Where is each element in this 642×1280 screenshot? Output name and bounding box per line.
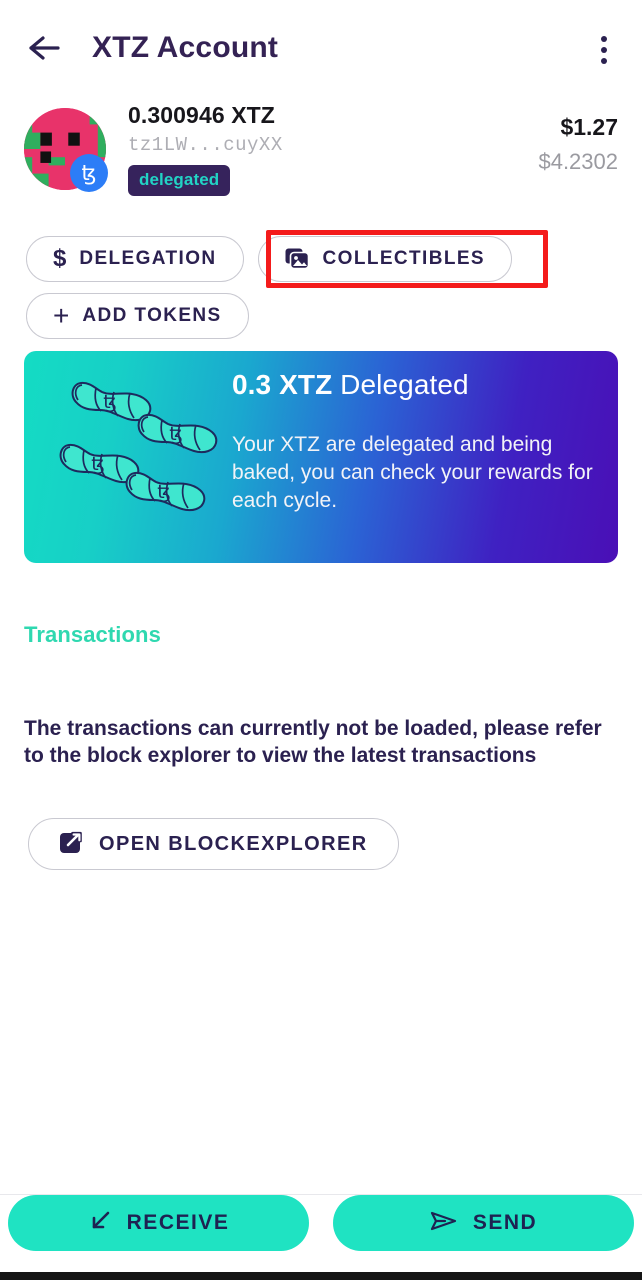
open-blockexplorer-button[interactable]: OPEN BLOCKEXPLORER xyxy=(28,818,399,870)
collectibles-button[interactable]: COLLECTIBLES xyxy=(257,236,512,282)
dollar-icon: $ xyxy=(53,245,67,272)
add-tokens-button-label: ADD TOKENS xyxy=(82,305,222,326)
arrow-down-left-icon xyxy=(88,1209,112,1238)
status-badge: delegated xyxy=(128,165,231,196)
delegation-card-amount: 0.3 XTZ xyxy=(232,369,333,400)
croissants-illustration: ꜩ xyxy=(58,376,228,531)
delegation-card-body: Your XTZ are delegated and being baked, … xyxy=(232,433,593,512)
top-app-bar: XTZ Account xyxy=(0,0,642,96)
send-icon xyxy=(430,1209,458,1238)
fiat-rate: $4.2302 xyxy=(538,149,618,174)
receive-button[interactable]: RECEIVE xyxy=(8,1195,309,1251)
bottom-actions: RECEIVE SEND xyxy=(0,1195,642,1251)
transactions-empty-message: The transactions can currently not be lo… xyxy=(24,717,602,767)
external-link-icon xyxy=(59,829,85,860)
account-balance: 0.300946 XTZ xyxy=(128,102,275,128)
fiat-total: $1.27 xyxy=(560,114,618,140)
delegation-button-label: DELEGATION xyxy=(79,248,217,269)
system-navigation-bar xyxy=(0,1272,642,1280)
delegation-card[interactable]: ꜩ 0.3 XTZ Delegated Your XTZ are delegat… xyxy=(24,351,618,563)
action-pill-row-1: $ DELEGATION COLLECTIBLES xyxy=(26,236,512,282)
account-summary: ꜩ 0.300946 XTZ tz1LW...cuyXX delegated $… xyxy=(0,96,642,216)
open-blockexplorer-label: OPEN BLOCKEXPLORER xyxy=(99,832,368,855)
delegation-card-title-suffix: Delegated xyxy=(332,369,469,400)
overflow-menu-button[interactable] xyxy=(584,28,624,72)
send-button[interactable]: SEND xyxy=(333,1195,634,1251)
transactions-heading: Transactions xyxy=(24,622,161,647)
delegation-card-title: 0.3 XTZ Delegated xyxy=(232,369,602,401)
send-button-label: SEND xyxy=(472,1211,538,1234)
xtz-account-screen: XTZ Account ꜩ 0.300946 XTZ tz1LW...cuyXX… xyxy=(0,0,642,1280)
delegation-button[interactable]: $ DELEGATION xyxy=(26,236,244,282)
tezos-logo-icon: ꜩ xyxy=(70,154,108,192)
more-vertical-icon xyxy=(601,58,607,64)
action-pill-row-2: + ADD TOKENS xyxy=(26,293,249,339)
delegation-card-text: 0.3 XTZ Delegated Your XTZ are delegated… xyxy=(232,369,602,515)
back-button[interactable] xyxy=(22,26,66,70)
account-details: 0.300946 XTZ tz1LW...cuyXX delegated xyxy=(128,102,283,196)
bottom-action-bar: RECEIVE SEND xyxy=(0,1194,642,1280)
fiat-values: $1.27 $4.2302 xyxy=(538,114,618,175)
more-vertical-icon xyxy=(601,47,607,53)
page-title: XTZ Account xyxy=(92,31,279,64)
add-tokens-button[interactable]: + ADD TOKENS xyxy=(26,293,249,339)
more-vertical-icon xyxy=(601,36,607,42)
collectibles-button-label: COLLECTIBLES xyxy=(322,248,485,269)
images-stack-icon xyxy=(285,248,310,270)
avatar[interactable]: ꜩ xyxy=(24,108,108,192)
account-address[interactable]: tz1LW...cuyXX xyxy=(128,134,283,156)
receive-button-label: RECEIVE xyxy=(126,1211,230,1234)
plus-icon: + xyxy=(53,300,70,331)
arrow-left-icon xyxy=(29,36,60,60)
